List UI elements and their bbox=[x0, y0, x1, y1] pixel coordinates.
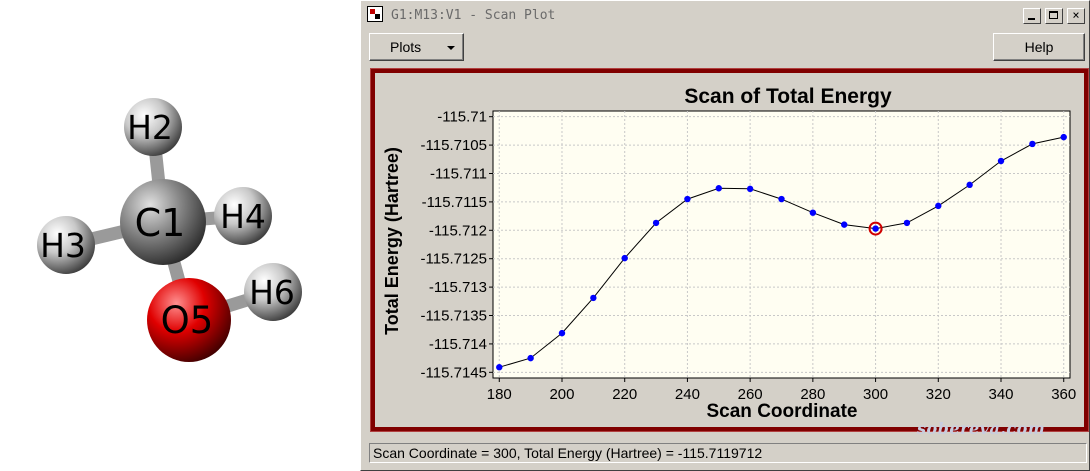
close-button[interactable]: × bbox=[1067, 8, 1085, 24]
atom-o5[interactable]: O5 bbox=[147, 278, 231, 362]
y-tick-label: -115.714 bbox=[429, 336, 487, 353]
chevron-down-icon bbox=[447, 46, 455, 50]
chart-title: Scan of Total Energy bbox=[684, 85, 892, 108]
data-point[interactable] bbox=[809, 209, 817, 216]
y-tick-label: -115.7115 bbox=[422, 194, 487, 211]
data-point[interactable] bbox=[621, 254, 628, 262]
atom-label: H4 bbox=[220, 197, 266, 236]
data-point[interactable] bbox=[903, 219, 911, 227]
maximize-button[interactable] bbox=[1045, 8, 1063, 24]
data-point[interactable] bbox=[966, 181, 973, 189]
data-point[interactable] bbox=[746, 185, 754, 193]
toolbar: Plots Help bbox=[363, 29, 1087, 65]
data-point[interactable] bbox=[778, 195, 785, 203]
y-tick-label: -115.7145 bbox=[421, 364, 487, 381]
atom-h6[interactable]: H6 bbox=[244, 263, 302, 321]
x-tick-label: 200 bbox=[549, 386, 574, 403]
x-tick-label: 300 bbox=[863, 386, 888, 403]
help-button[interactable]: Help bbox=[993, 33, 1085, 61]
scan-plot-window: G1:M13:V1 - Scan Plot × Plots Help Scan … bbox=[360, 0, 1090, 471]
x-tick-label: 320 bbox=[926, 386, 951, 403]
data-point[interactable] bbox=[715, 185, 722, 192]
x-tick-label: 360 bbox=[1051, 386, 1076, 403]
data-point[interactable] bbox=[527, 354, 534, 362]
atom-h3[interactable]: H3 bbox=[37, 216, 95, 274]
plot-frame: Scan of Total Energy -115.71 -115.7105 -11… bbox=[370, 68, 1089, 432]
title-bar[interactable]: G1:M13:V1 - Scan Plot × bbox=[363, 3, 1087, 28]
data-point[interactable] bbox=[558, 329, 566, 337]
data-point[interactable] bbox=[1029, 140, 1036, 148]
status-bar: Scan Coordinate = 300, Total Energy (Har… bbox=[369, 443, 1087, 463]
atom-label: O5 bbox=[161, 299, 214, 342]
plots-menu-button[interactable]: Plots bbox=[369, 33, 464, 61]
x-tick-label: 220 bbox=[612, 386, 637, 403]
watermark: sobereva.com bbox=[917, 419, 1046, 438]
data-point[interactable] bbox=[997, 157, 1005, 165]
atom-label: C1 bbox=[135, 201, 186, 245]
y-tick-label: -115.7105 bbox=[421, 137, 487, 154]
y-tick-label: -115.7125 bbox=[421, 251, 487, 268]
x-axis-label: Scan Coordinate bbox=[707, 401, 858, 422]
y-tick-label: -115.7135 bbox=[421, 308, 487, 325]
y-tick-label: -115.71 bbox=[437, 109, 487, 126]
data-point[interactable] bbox=[590, 294, 597, 302]
y-tick-label: -115.711 bbox=[430, 165, 487, 182]
plots-label: Plots bbox=[390, 39, 422, 55]
scan-chart[interactable]: Scan of Total Energy -115.71-115.7105-11… bbox=[375, 73, 1084, 427]
atom-h4[interactable]: H4 bbox=[214, 187, 272, 245]
help-label: Help bbox=[1024, 39, 1054, 55]
atom-label: H2 bbox=[127, 108, 173, 147]
atom-h2[interactable]: H2 bbox=[124, 98, 182, 156]
status-text: Scan Coordinate = 300, Total Energy (Har… bbox=[373, 445, 763, 461]
data-point[interactable] bbox=[496, 364, 503, 371]
data-point[interactable] bbox=[684, 195, 691, 203]
plot-area[interactable] bbox=[492, 110, 1071, 379]
atom-label: H3 bbox=[40, 226, 86, 265]
data-point[interactable] bbox=[652, 219, 660, 227]
data-point[interactable] bbox=[841, 221, 848, 228]
x-tick-label: 180 bbox=[487, 386, 512, 403]
x-tick-label: 340 bbox=[988, 386, 1013, 403]
minimize-button[interactable] bbox=[1023, 8, 1041, 24]
data-point[interactable] bbox=[1060, 133, 1067, 141]
y-tick-label: -115.712 bbox=[429, 222, 487, 239]
atom-label: H6 bbox=[249, 273, 295, 312]
app-icon[interactable] bbox=[367, 6, 383, 22]
data-point[interactable] bbox=[935, 202, 942, 210]
molecule-view[interactable]: H2 H3 H4 C1 H6 O5 bbox=[0, 0, 360, 471]
y-tick-label: -115.713 bbox=[429, 279, 487, 296]
y-tick-labels: -115.71 -115.7105 -115.711 -115.7115 -115.71… bbox=[421, 109, 487, 382]
atom-c1[interactable]: C1 bbox=[120, 179, 206, 265]
x-tick-label: 240 bbox=[675, 386, 700, 403]
close-icon: × bbox=[1072, 8, 1080, 22]
window-title: G1:M13:V1 - Scan Plot bbox=[391, 8, 556, 23]
y-axis-label: Total Energy (Hartree) bbox=[382, 147, 402, 335]
data-point[interactable] bbox=[872, 225, 879, 232]
